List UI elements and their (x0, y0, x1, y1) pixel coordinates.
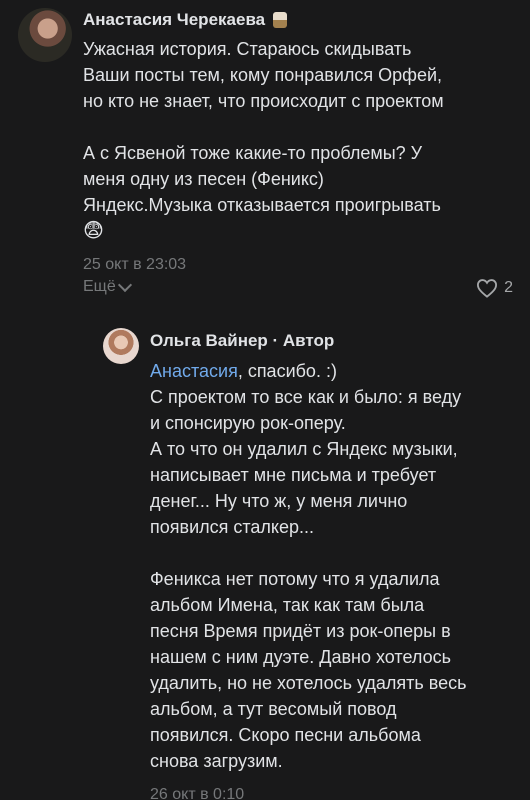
comment-body: Анастасия Черекаева Ужасная история. Ста… (83, 8, 523, 276)
comment-actions: Ещё 2 (83, 277, 513, 302)
reply-greeting: , спасибо. :) (237, 361, 337, 381)
more-label: Ещё (83, 278, 116, 295)
comment-paragraph-1: Ужасная история. Стараюсь скидывать Ваши… (83, 39, 444, 111)
chevron-down-icon (117, 277, 132, 293)
reply-text: Анастасия, спасибо. :) С проектом то все… (150, 358, 520, 774)
avatar[interactable] (18, 8, 72, 62)
reply-date[interactable]: 26 окт в 0:10 (150, 784, 520, 800)
comments-page: Анастасия Черекаева Ужасная история. Ста… (0, 0, 530, 800)
reply-author-name[interactable]: Ольга Вайнер (150, 331, 268, 350)
comment-date[interactable]: 25 окт в 23:03 (83, 254, 523, 276)
like-count: 2 (504, 279, 513, 296)
reply-body: Ольга Вайнер · Автор Анастасия, спасибо.… (150, 328, 520, 800)
donut-badge-icon (273, 12, 288, 28)
like-button[interactable]: 2 (476, 278, 513, 298)
fearful-face-emoji: 😨 (83, 220, 104, 242)
reply-author[interactable]: Ольга Вайнер · Автор (150, 328, 520, 354)
reply-avatar[interactable] (103, 328, 139, 364)
reply-paragraph-1: С проектом то все как и было: я веду и с… (150, 387, 462, 537)
author-separator: · (267, 331, 283, 350)
comment-author-name[interactable]: Анастасия Черекаева (83, 8, 265, 32)
author-role-label: Автор (282, 331, 335, 350)
mention-link[interactable]: Анастасия (150, 361, 238, 381)
reply-paragraph-2: Феникса нет потому что я удалила альбом … (150, 569, 467, 771)
comment-text: Ужасная история. Стараюсь скидывать Ваши… (83, 36, 523, 244)
heart-icon (477, 279, 498, 298)
comment-author[interactable]: Анастасия Черекаева (83, 8, 523, 32)
comment-paragraph-2: А с Ясвеной тоже какие-то проблемы? У ме… (83, 143, 441, 215)
more-button[interactable]: Ещё (83, 277, 132, 296)
